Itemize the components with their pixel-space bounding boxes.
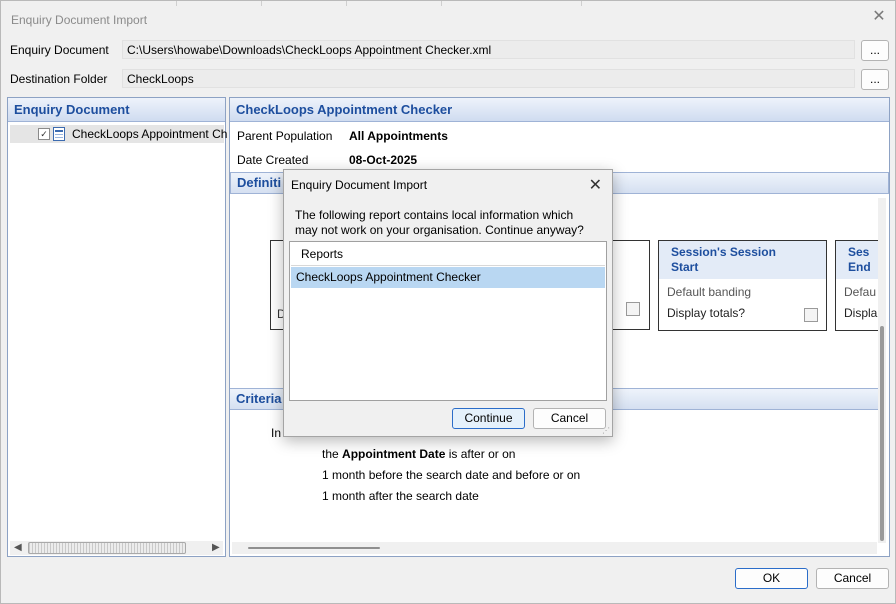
dialog-message: The following report contains local info… — [295, 208, 584, 237]
scrollbar-thumb[interactable] — [28, 542, 186, 554]
banding-label: Default banding — [667, 285, 752, 299]
dialog-title: Enquiry Document Import — [291, 178, 428, 192]
destination-folder-field[interactable]: CheckLoops — [122, 69, 855, 88]
column-card-partial-right — [610, 240, 650, 330]
totals-label: Displa — [844, 306, 878, 320]
vertical-scrollbar[interactable] — [878, 198, 886, 543]
report-title: CheckLoops Appointment Checker — [230, 98, 889, 122]
criteria-text: the — [322, 447, 339, 461]
dialog-cancel-button[interactable]: Cancel — [533, 408, 606, 429]
checkbox-icon[interactable]: ✓ — [38, 128, 50, 140]
destination-folder-label: Destination Folder — [10, 72, 108, 86]
title-bar: Enquiry Document Import ✕ — [1, 1, 895, 37]
ok-button[interactable]: OK — [735, 568, 808, 589]
list-header: Reports — [291, 243, 605, 266]
horizontal-scrollbar[interactable] — [232, 542, 877, 554]
enquiry-document-tree: Enquiry Document ✓ CheckLoops Appointmen… — [7, 97, 228, 557]
divider — [261, 1, 262, 6]
resize-grip-icon[interactable]: ⋰ — [602, 426, 610, 435]
scrollbar-thumb[interactable] — [880, 326, 884, 541]
window-title: Enquiry Document Import — [11, 13, 148, 27]
banding-label: Defau — [844, 285, 877, 299]
divider — [346, 1, 347, 6]
card-title: Ses End — [836, 241, 880, 279]
criteria-line-3: 1 month after the search date — [322, 489, 479, 503]
reports-list[interactable]: Reports CheckLoops Appointment Checker — [289, 241, 607, 401]
continue-button[interactable]: Continue — [452, 408, 525, 429]
list-item[interactable]: CheckLoops Appointment Checker — [291, 267, 605, 288]
tree-header: Enquiry Document — [8, 98, 225, 122]
totals-label: Display totals? — [667, 306, 746, 320]
scrollbar-thumb[interactable] — [248, 547, 380, 549]
confirmation-dialog: Enquiry Document Import ✕ The following … — [283, 169, 613, 437]
card-title: Session's Session Start — [659, 241, 826, 279]
card-title-line1: Session's Session — [671, 245, 776, 259]
date-created-value: 08-Oct-2025 — [349, 153, 418, 167]
card-title-line1: Ses — [848, 245, 870, 259]
enquiry-document-label: Enquiry Document — [10, 43, 109, 57]
browse-folder-button[interactable]: ... — [861, 69, 889, 90]
checkbox-icon[interactable] — [626, 302, 640, 316]
criteria-prefix: In — [271, 426, 282, 440]
column-card-session-end: Ses End Defau Displa — [835, 240, 880, 331]
horizontal-scrollbar[interactable]: ◀ ▶ — [10, 541, 223, 555]
parent-population-value: All Appointments — [349, 129, 448, 143]
close-icon[interactable]: ✕ — [589, 175, 602, 195]
checkbox-icon[interactable] — [804, 308, 818, 322]
criteria-line-1: the Appointment Date is after or on — [322, 447, 515, 461]
enquiry-document-field[interactable]: C:\Users\howabe\Downloads\CheckLoops App… — [122, 40, 855, 59]
scroll-left-icon[interactable]: ◀ — [14, 542, 22, 553]
card-title-line2: End — [848, 260, 871, 274]
report-document-icon — [53, 127, 65, 141]
divider — [176, 1, 177, 6]
criteria-line-2: 1 month before the search date and befor… — [322, 468, 581, 482]
criteria-operator: is after or on — [448, 447, 516, 461]
tree-item-label: CheckLoops Appointment Ch — [72, 127, 228, 141]
browse-document-button[interactable]: ... — [861, 40, 889, 61]
close-icon[interactable]: ✕ — [871, 9, 887, 25]
parent-population-label: Parent Population — [237, 129, 333, 143]
column-card-session-start: Session's Session Start Default banding … — [658, 240, 827, 331]
cancel-button[interactable]: Cancel — [816, 568, 889, 589]
date-created-label: Date Created — [237, 153, 309, 167]
scroll-right-icon[interactable]: ▶ — [212, 542, 220, 553]
divider — [441, 1, 442, 6]
criteria-field: Appointment Date — [342, 447, 446, 461]
divider — [581, 1, 582, 6]
card-title-line2: Start — [671, 260, 699, 274]
tree-item[interactable]: ✓ CheckLoops Appointment Ch — [10, 125, 228, 143]
